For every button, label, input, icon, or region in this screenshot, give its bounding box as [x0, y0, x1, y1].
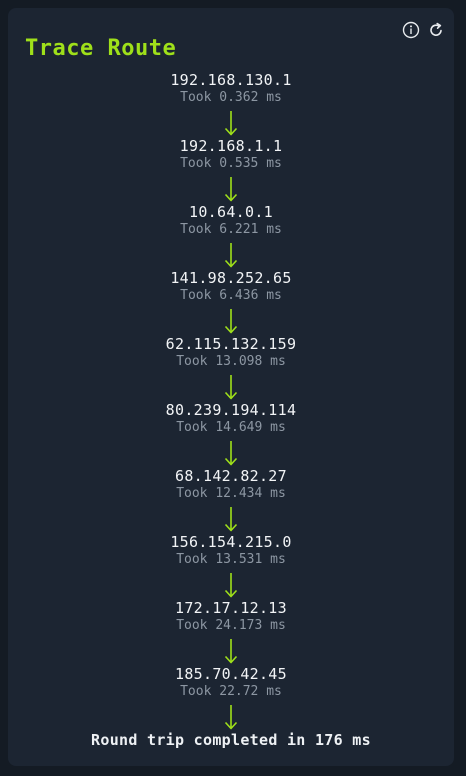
arrow-down-icon: [224, 639, 238, 664]
hop-ip: 192.168.1.1: [179, 137, 283, 155]
hop-item: 192.168.130.1 Took 0.362 ms: [170, 72, 291, 138]
hop-time: Took 13.531 ms: [176, 552, 286, 567]
widget-actions: [402, 21, 445, 39]
arrow-down-icon: [224, 441, 238, 466]
arrow-down-icon: [224, 309, 238, 334]
trace-route-widget: Trace Route 192.168.130.1 Took 0.362 ms …: [8, 8, 454, 766]
hop-time: Took 6.436 ms: [180, 288, 282, 303]
hop-time: Took 14.649 ms: [176, 420, 286, 435]
hop-ip: 141.98.252.65: [170, 269, 292, 287]
arrow-down-icon: [224, 507, 238, 532]
hop-list: 192.168.130.1 Took 0.362 ms 192.168.1.1 …: [8, 72, 454, 732]
hop-ip: 68.142.82.27: [175, 467, 287, 485]
hop-item: 185.70.42.45 Took 22.72 ms: [175, 666, 287, 732]
hop-item: 141.98.252.65 Took 6.436 ms: [170, 270, 291, 336]
arrow-down-icon: [224, 705, 238, 730]
hop-item: 68.142.82.27 Took 12.434 ms: [175, 468, 287, 534]
arrow-down-icon: [224, 375, 238, 400]
hop-item: 10.64.0.1 Took 6.221 ms: [180, 204, 282, 270]
hop-item: 80.239.194.114 Took 14.649 ms: [166, 402, 297, 468]
hop-time: Took 0.362 ms: [180, 90, 282, 105]
hop-item: 172.17.12.13 Took 24.173 ms: [175, 600, 287, 666]
round-trip-summary: Round trip completed in 176 ms: [91, 731, 371, 749]
hop-time: Took 13.098 ms: [176, 354, 286, 369]
hop-time: Took 0.535 ms: [180, 156, 282, 171]
hop-ip: 192.168.130.1: [170, 71, 292, 89]
info-icon[interactable]: [402, 21, 420, 39]
arrow-down-icon: [224, 177, 238, 202]
hop-time: Took 24.173 ms: [176, 618, 286, 633]
hop-ip: 185.70.42.45: [175, 665, 287, 683]
hop-ip: 156.154.215.0: [170, 533, 292, 551]
hop-ip: 172.17.12.13: [175, 599, 287, 617]
arrow-down-icon: [224, 573, 238, 598]
hop-item: 156.154.215.0 Took 13.531 ms: [170, 534, 291, 600]
hop-ip: 10.64.0.1: [189, 203, 273, 221]
hop-item: 192.168.1.1 Took 0.535 ms: [180, 138, 283, 204]
hop-ip: 80.239.194.114: [165, 401, 297, 419]
hop-time: Took 6.221 ms: [180, 222, 282, 237]
widget-title: Trace Route: [25, 36, 177, 61]
hop-time: Took 12.434 ms: [176, 486, 286, 501]
arrow-down-icon: [224, 111, 238, 136]
refresh-icon[interactable]: [427, 21, 445, 39]
hop-ip: 62.115.132.159: [165, 335, 297, 353]
hop-item: 62.115.132.159 Took 13.098 ms: [166, 336, 297, 402]
hop-time: Took 22.72 ms: [180, 684, 282, 699]
arrow-down-icon: [224, 243, 238, 268]
